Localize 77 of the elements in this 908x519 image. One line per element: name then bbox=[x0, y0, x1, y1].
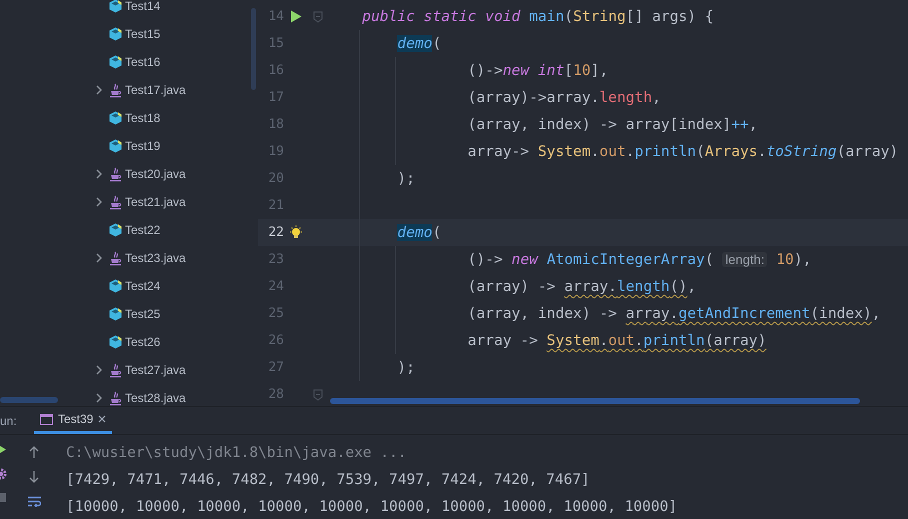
soft-wrap-icon[interactable] bbox=[28, 496, 40, 507]
code-line: array-> System.out.println(Arrays.toString(array) bbox=[466, 143, 900, 160]
line-number: 24 bbox=[267, 279, 284, 294]
code-line: public static void main(String[] args) { bbox=[361, 8, 715, 25]
java-cup-icon bbox=[109, 194, 122, 210]
down-arrow-icon[interactable] bbox=[29, 471, 39, 483]
scrollbar[interactable] bbox=[251, 8, 256, 90]
class-icon bbox=[109, 0, 122, 13]
console-line: C:\wusier\study\jdk1.8\bin\java.exe ... bbox=[66, 444, 408, 462]
chevron-icon[interactable] bbox=[96, 169, 102, 179]
class-icon bbox=[109, 55, 122, 69]
class-icon bbox=[109, 27, 122, 41]
line-number: 16 bbox=[267, 63, 284, 78]
run-icon[interactable] bbox=[290, 10, 302, 23]
line-number: 26 bbox=[267, 333, 284, 348]
line-number: 18 bbox=[267, 117, 284, 132]
tree-item[interactable]: Test19 bbox=[0, 132, 258, 160]
tree-item[interactable]: Test14 bbox=[0, 0, 258, 20]
tree-item[interactable]: Test23.java bbox=[0, 244, 258, 272]
code-line: (array, index) -> array[index]++, bbox=[466, 116, 759, 133]
close-icon[interactable] bbox=[98, 415, 106, 423]
java-cup-icon bbox=[109, 166, 122, 182]
java-cup-icon bbox=[109, 250, 122, 266]
tree-item[interactable]: Test18 bbox=[0, 104, 258, 132]
line-number: 27 bbox=[267, 360, 284, 375]
class-icon bbox=[109, 111, 122, 125]
line-number: 28 bbox=[267, 387, 284, 402]
tree-item[interactable]: Test16 bbox=[0, 48, 258, 76]
line-number: 17 bbox=[267, 90, 284, 105]
scrollbar[interactable] bbox=[0, 397, 58, 403]
run-tab[interactable]: Test39 bbox=[34, 407, 112, 434]
scrollbar[interactable] bbox=[330, 398, 860, 404]
console-line: [10000, 10000, 10000, 10000, 10000, 10000, 10000, 10000, 10000, 10000] bbox=[66, 498, 678, 516]
class-icon bbox=[109, 307, 122, 321]
tree-item[interactable]: Test24 bbox=[0, 272, 258, 300]
class-icon bbox=[109, 139, 122, 153]
java-cup-icon bbox=[109, 390, 122, 406]
line-number: 15 bbox=[267, 36, 284, 51]
line-number: 23 bbox=[267, 252, 284, 267]
up-arrow-icon[interactable] bbox=[29, 446, 39, 458]
class-icon bbox=[109, 223, 122, 237]
code-line: (array)->array.length, bbox=[466, 89, 662, 106]
window-icon bbox=[40, 414, 53, 424]
class-icon bbox=[109, 279, 122, 293]
lightbulb-icon[interactable] bbox=[289, 224, 303, 240]
class-icon bbox=[109, 335, 122, 349]
code-line: ()->new int[10], bbox=[466, 62, 610, 79]
line-number: 19 bbox=[267, 144, 284, 159]
line-number: 20 bbox=[267, 171, 284, 186]
code-line: ()-> new AtomicIntegerArray( length: 10), bbox=[466, 251, 812, 268]
line-number: 14 bbox=[267, 9, 284, 24]
chevron-icon[interactable] bbox=[96, 85, 102, 95]
line-number: 22 bbox=[267, 225, 284, 240]
code-line: (array, index) -> array.getAndIncrement(index), bbox=[466, 305, 882, 322]
tree-item[interactable]: Test21.java bbox=[0, 188, 258, 216]
java-cup-icon bbox=[109, 362, 122, 378]
tree-item[interactable]: Test25 bbox=[0, 300, 258, 328]
code-line: ); bbox=[396, 359, 416, 376]
chevron-icon[interactable] bbox=[96, 253, 102, 263]
line-number: 21 bbox=[267, 198, 284, 213]
tree-item[interactable]: Test17.java bbox=[0, 76, 258, 104]
tree-item[interactable]: Test20.java bbox=[0, 160, 258, 188]
chevron-icon[interactable] bbox=[96, 197, 102, 207]
tree-item[interactable]: Test22 bbox=[0, 216, 258, 244]
java-cup-icon bbox=[109, 82, 122, 98]
code-line: ); bbox=[396, 170, 416, 187]
tree-item[interactable]: Test27.java bbox=[0, 356, 258, 384]
tree-item[interactable]: Test15 bbox=[0, 20, 258, 48]
code-line: array -> System.out.println(array) bbox=[466, 332, 768, 349]
line-number: 25 bbox=[267, 306, 284, 321]
panel-label: un: bbox=[0, 412, 18, 430]
console-line: [7429, 7471, 7446, 7482, 7490, 7539, 7497, 7424, 7420, 7467] bbox=[66, 470, 591, 490]
tree-item[interactable]: Test26 bbox=[0, 328, 258, 356]
chevron-icon[interactable] bbox=[96, 365, 102, 375]
code-line: (array) -> array.length(), bbox=[466, 278, 698, 295]
tree-item[interactable]: Test28.java bbox=[0, 384, 258, 406]
chevron-icon[interactable] bbox=[96, 393, 102, 403]
